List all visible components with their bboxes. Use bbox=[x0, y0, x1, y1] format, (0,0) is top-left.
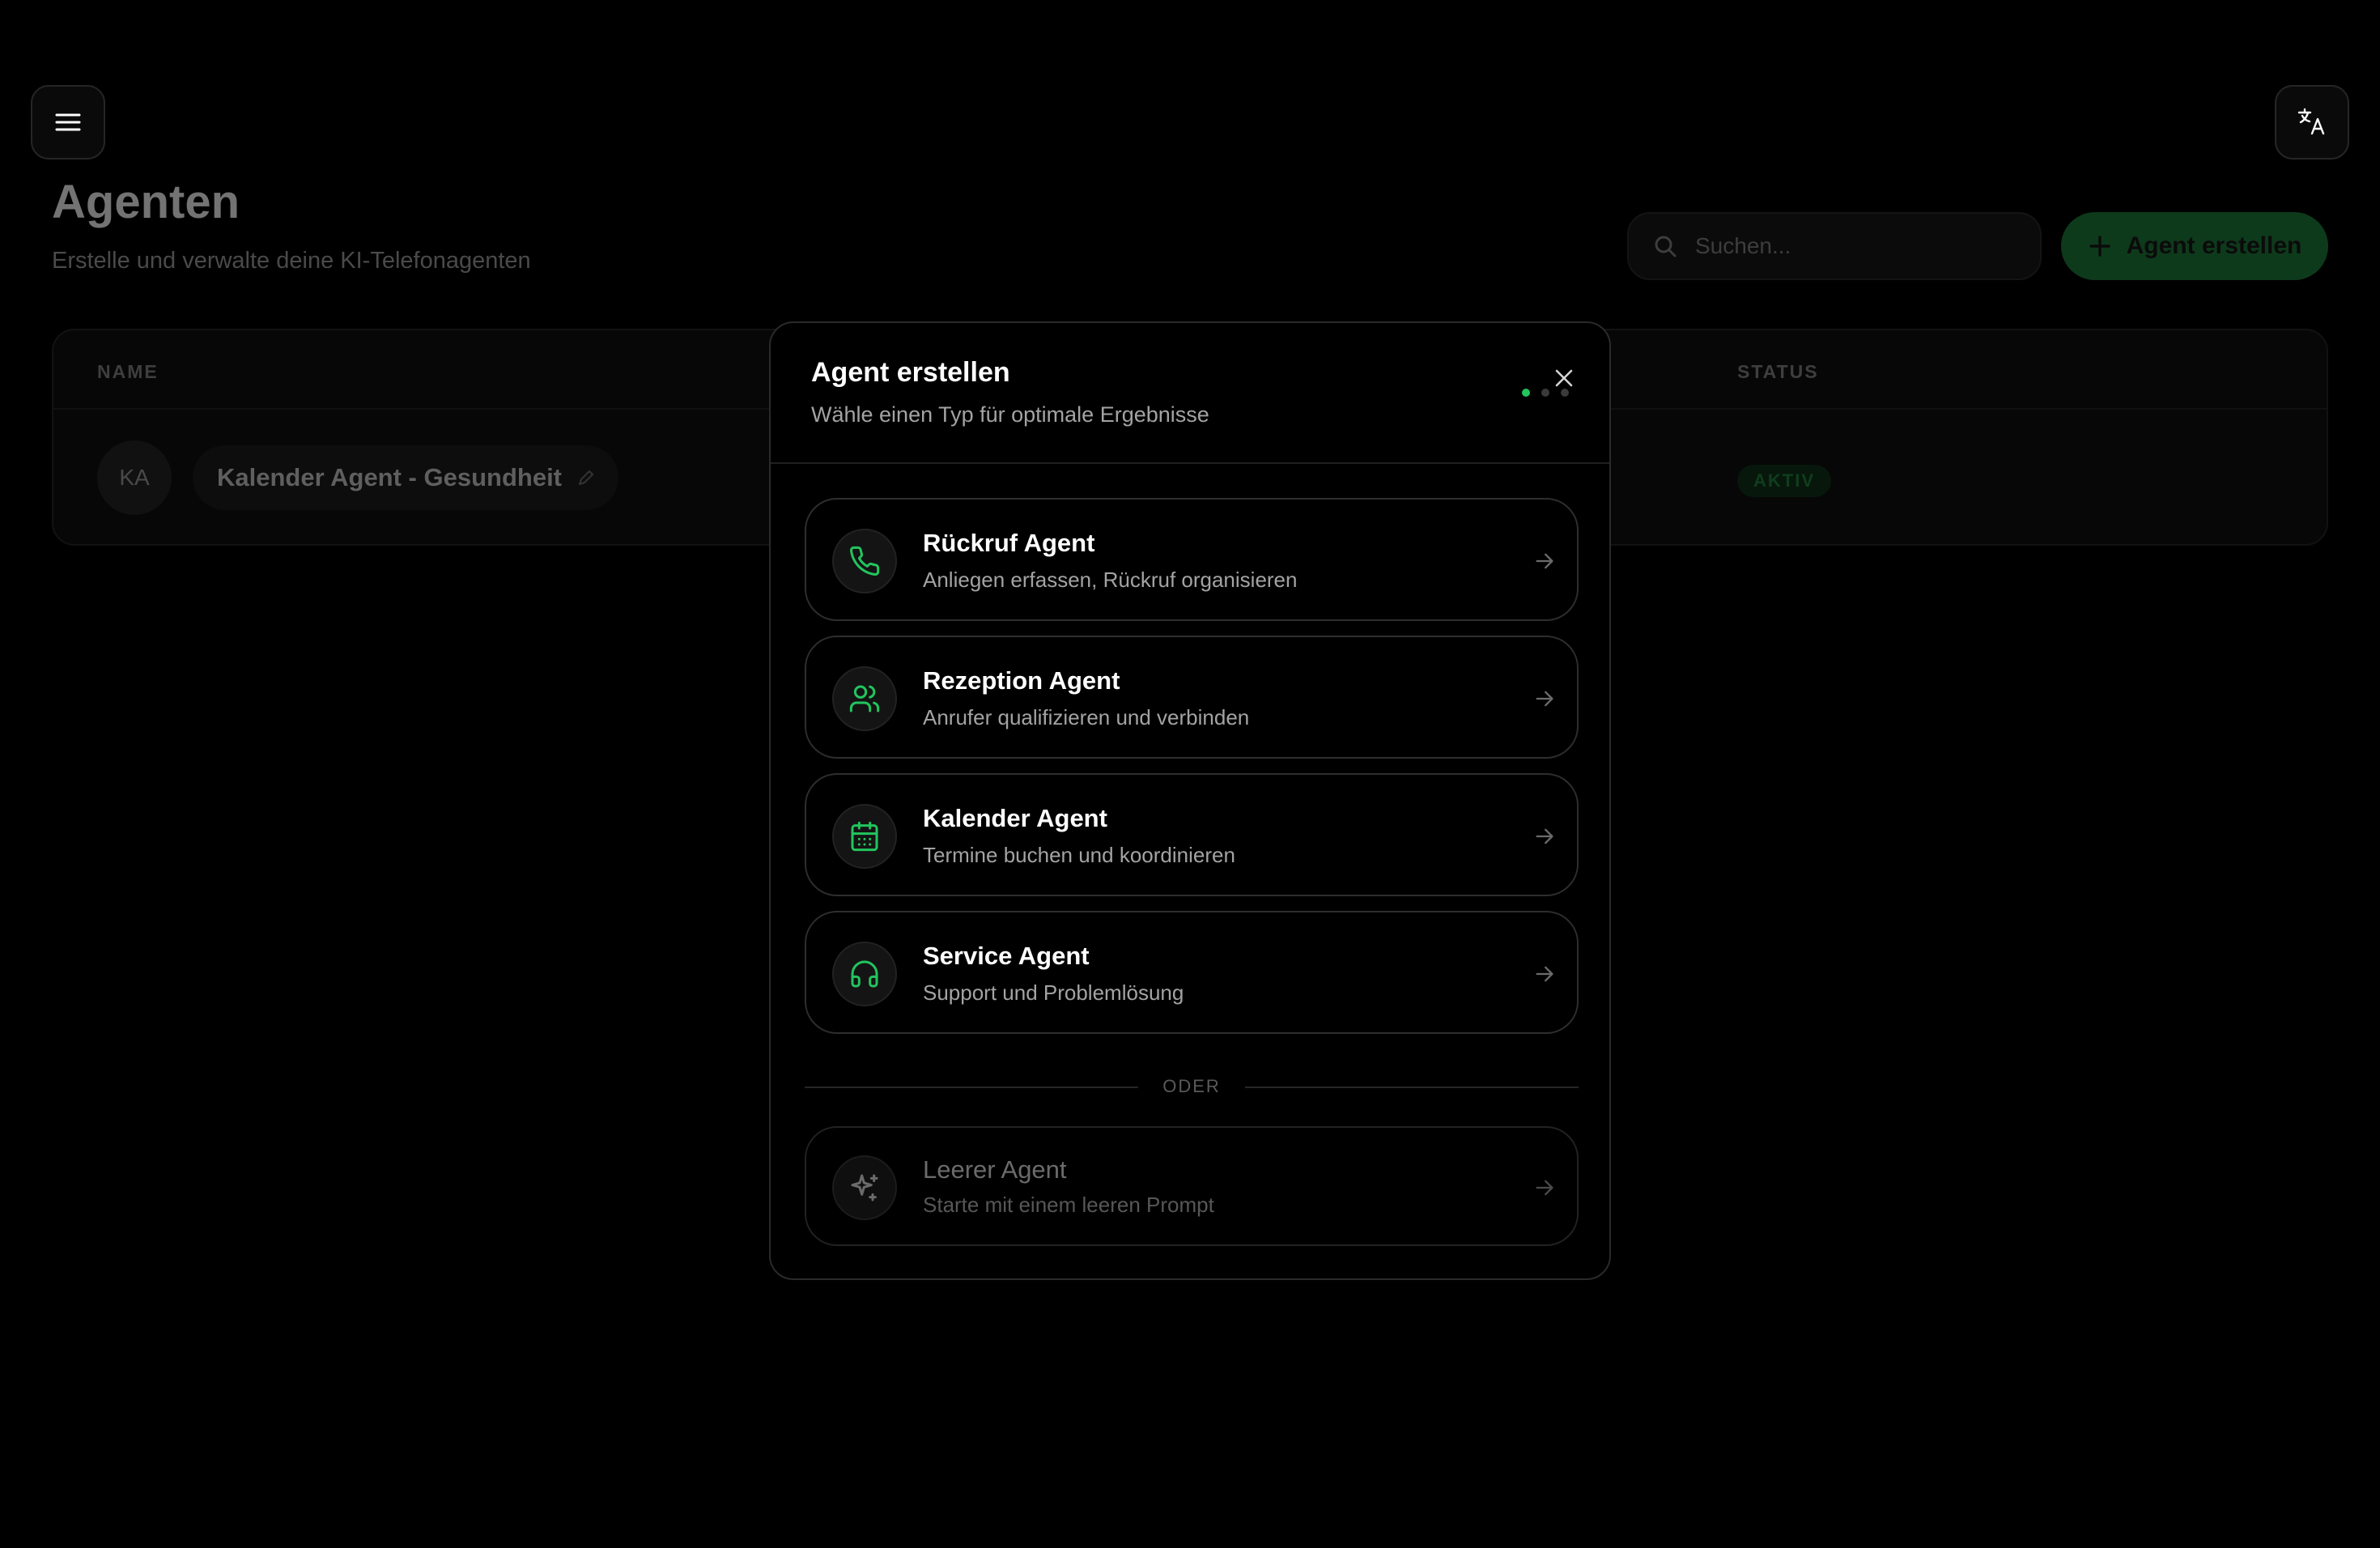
translate-icon bbox=[2297, 108, 2325, 135]
search-input[interactable] bbox=[1694, 232, 2001, 260]
create-agent-label: Agent erstellen bbox=[2126, 232, 2302, 259]
calendar-icon bbox=[851, 821, 878, 852]
step-indicator bbox=[1522, 389, 1569, 397]
step-dot-1 bbox=[1522, 389, 1530, 397]
option-title: Kalender Agent bbox=[923, 804, 1107, 832]
arrow-right-icon bbox=[1536, 553, 1553, 569]
option-description: Support und Problemlösung bbox=[923, 980, 1184, 1005]
search-icon bbox=[1655, 236, 1677, 257]
pencil-icon[interactable] bbox=[576, 468, 596, 487]
arrow-right-icon bbox=[1536, 1180, 1553, 1196]
page-title: Agenten bbox=[52, 176, 240, 228]
close-icon bbox=[1555, 369, 1573, 387]
option-title: Rezeption Agent bbox=[923, 666, 1120, 695]
status-badge: AKTIV bbox=[1737, 465, 1831, 497]
column-header-name: NAME bbox=[97, 361, 159, 382]
arrow-right-icon bbox=[1536, 966, 1553, 982]
language-button[interactable] bbox=[2275, 85, 2349, 159]
avatar: KA bbox=[97, 440, 172, 515]
arrow-right-icon bbox=[1536, 691, 1553, 707]
option-description: Termine buchen und koordinieren bbox=[923, 843, 1235, 867]
column-header-status: STATUS bbox=[1737, 361, 1819, 382]
modal-subtitle: Wähle einen Typ für optimale Ergebnisse bbox=[811, 402, 1209, 427]
arrow-right-icon bbox=[1536, 828, 1553, 844]
step-dot-3 bbox=[1561, 389, 1569, 397]
option-description: Anliegen erfassen, Rückruf organisieren bbox=[923, 568, 1298, 592]
option-service-agent[interactable]: Service Agent Support und Problemlösung bbox=[805, 911, 1579, 1034]
create-agent-modal: Agent erstellen Wähle einen Typ für opti… bbox=[769, 321, 1611, 1280]
option-description: Anrufer qualifizieren und verbinden bbox=[923, 705, 1250, 729]
modal-title: Agent erstellen bbox=[811, 357, 1010, 388]
option-rezeption-agent[interactable]: Rezeption Agent Anrufer qualifizieren un… bbox=[805, 636, 1579, 759]
sparkles-icon bbox=[851, 1174, 878, 1201]
headphones-icon bbox=[851, 960, 878, 988]
or-separator: ODER bbox=[805, 1071, 1579, 1104]
create-agent-button[interactable]: Agent erstellen bbox=[2061, 212, 2328, 280]
page-subtitle: Erstelle und verwalte deine KI-Telefonag… bbox=[52, 248, 531, 274]
option-title: Leerer Agent bbox=[923, 1155, 1067, 1184]
option-title: Service Agent bbox=[923, 942, 1090, 970]
menu-button[interactable] bbox=[31, 85, 105, 159]
step-dot-2 bbox=[1541, 389, 1549, 397]
option-kalender-agent[interactable]: Kalender Agent Termine buchen und koordi… bbox=[805, 773, 1579, 896]
plus-icon bbox=[2089, 236, 2110, 257]
agent-name-pill[interactable]: Kalender Agent - Gesundheit bbox=[193, 445, 619, 510]
agent-name: Kalender Agent - Gesundheit bbox=[217, 463, 563, 491]
modal-header: Agent erstellen Wähle einen Typ für opti… bbox=[771, 323, 1609, 464]
option-rueckruf-agent[interactable]: Rückruf Agent Anliegen erfassen, Rückruf… bbox=[805, 498, 1579, 621]
option-leerer-agent[interactable]: Leerer Agent Starte mit einem leeren Pro… bbox=[805, 1126, 1579, 1246]
option-description: Starte mit einem leeren Prompt bbox=[923, 1193, 1214, 1217]
users-icon bbox=[849, 685, 880, 712]
search-box[interactable] bbox=[1627, 212, 2042, 280]
phone-icon bbox=[850, 546, 880, 576]
menu-icon bbox=[55, 113, 81, 131]
option-title: Rückruf Agent bbox=[923, 529, 1095, 557]
